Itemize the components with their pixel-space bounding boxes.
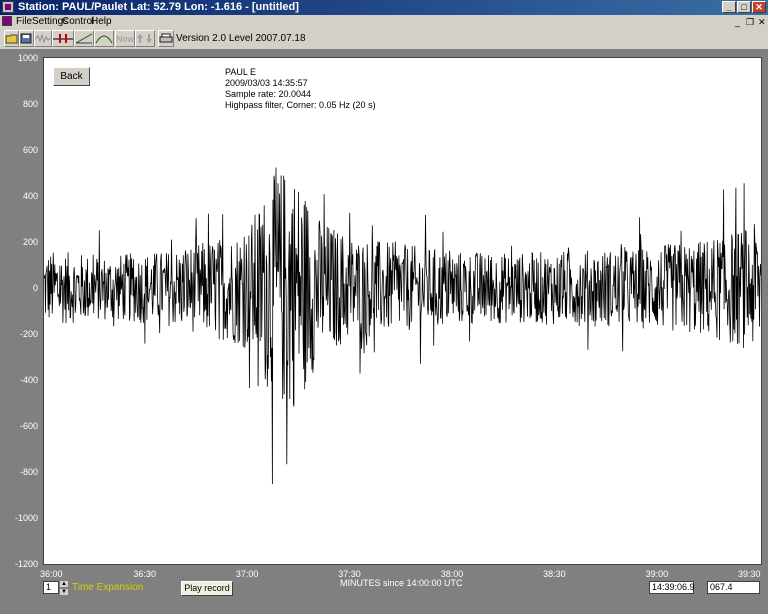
y-tick-label: 800 — [22, 99, 38, 109]
station-info: PAUL E 2009/03/03 14:35:57 Sample rate: … — [225, 67, 376, 111]
y-tick-label: 200 — [22, 237, 38, 247]
open-folder-button[interactable] — [4, 30, 19, 47]
y-tick-label: 600 — [22, 145, 38, 155]
title-bar: Station: PAUL/Paulet Lat: 52.79 Lon: -1.… — [0, 0, 768, 15]
scroll-button[interactable] — [135, 30, 155, 47]
y-tick-label: -400 — [19, 375, 38, 385]
version-text: Version 2.0 Level 2007.07.18 — [176, 33, 306, 44]
play-record-button[interactable]: Play record — [181, 581, 233, 596]
folder-icon — [5, 34, 18, 44]
menu-bar: File Settings Control Help _ ❐ ✕ — [0, 15, 768, 28]
curve-icon — [95, 35, 113, 44]
y-tick-label: -200 — [19, 329, 38, 339]
minimize-button[interactable]: _ — [722, 1, 736, 13]
x-tick-label: 36:00 — [40, 569, 63, 579]
save-icon — [20, 33, 32, 44]
ramp-icon — [75, 33, 93, 44]
waveform-icon — [35, 33, 51, 44]
app-icon — [2, 1, 14, 13]
curve-button[interactable] — [94, 30, 114, 47]
spin-up-icon[interactable]: ▲ — [59, 580, 69, 588]
y-tick-label: 0 — [32, 283, 38, 293]
seismogram-trace — [43, 167, 762, 485]
menu-control[interactable]: Control — [62, 15, 94, 28]
back-button[interactable]: Back — [53, 67, 90, 86]
time-expansion-spinner[interactable]: ▲ ▼ — [59, 580, 69, 597]
print-button[interactable] — [158, 30, 174, 47]
maximize-button[interactable]: □ — [737, 1, 751, 13]
y-tick-label: 400 — [22, 191, 38, 201]
y-tick-label: 1000 — [17, 53, 38, 63]
up-down-arrows-icon — [137, 34, 152, 43]
y-tick-label: -600 — [19, 421, 38, 431]
info-datetime: 2009/03/03 14:35:57 — [225, 78, 308, 88]
toolbar: Now Version 2.0 Level 2007.07.18 — [0, 28, 768, 50]
info-sample-rate: Sample rate: 20.0044 — [225, 89, 312, 99]
printer-icon — [159, 33, 173, 43]
pick-icon — [53, 34, 73, 43]
time-expansion-label: Time Expansion — [72, 582, 144, 593]
x-axis-title: MINUTES since 14:00:00 UTC — [340, 578, 463, 588]
document-icon — [2, 16, 12, 26]
x-tick-label: 37:00 — [235, 569, 259, 579]
info-filter: Highpass filter, Corner: 0.05 Hz (20 s) — [225, 100, 376, 110]
seismogram-plot[interactable] — [43, 57, 762, 565]
x-tick-label: 39:00 — [645, 569, 669, 579]
y-tick-label: -800 — [19, 467, 38, 477]
y-tick-label: -1000 — [14, 513, 38, 523]
waveform-button[interactable] — [34, 30, 52, 47]
menu-file[interactable]: File — [16, 15, 32, 28]
x-tick-label: 39:30 — [738, 569, 761, 579]
y-tick-label: -1200 — [14, 559, 38, 569]
save-button[interactable] — [19, 30, 34, 47]
pick-button[interactable] — [52, 30, 74, 47]
spin-down-icon[interactable]: ▼ — [59, 588, 69, 596]
time-expansion-input[interactable]: 1 — [43, 581, 59, 594]
ramp-button[interactable] — [74, 30, 94, 47]
close-button[interactable]: ✕ — [752, 1, 766, 13]
menu-help[interactable]: Help — [91, 15, 112, 28]
window-title: Station: PAUL/Paulet Lat: 52.79 Lon: -1.… — [18, 1, 299, 13]
x-tick-label: 38:30 — [543, 569, 566, 579]
cursor-value-field: 067.4 — [707, 581, 760, 594]
info-station: PAUL E — [225, 67, 257, 77]
seismogram-chart — [43, 167, 762, 485]
cursor-time-field: 14:39:06.9 — [649, 581, 695, 594]
now-button[interactable]: Now — [115, 30, 135, 47]
x-tick-label: 36:30 — [133, 569, 156, 579]
